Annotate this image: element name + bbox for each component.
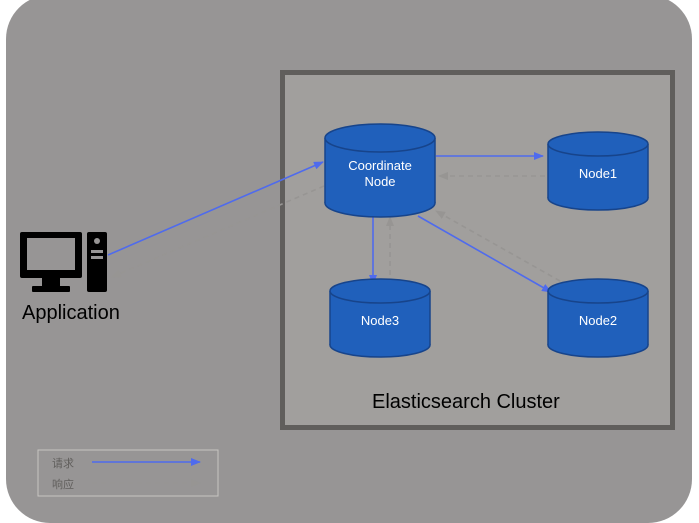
label-node2: Node2 <box>579 313 617 329</box>
cluster-container <box>280 70 675 430</box>
application-label: Application <box>22 302 120 325</box>
legend-request-label: 请求 <box>52 455 74 471</box>
label-node3: Node3 <box>361 313 399 329</box>
legend-response-label: 响应 <box>52 476 74 492</box>
cluster-title-label: Elasticsearch Cluster <box>372 391 560 414</box>
label-node1: Node1 <box>579 166 617 182</box>
label-coordinate: CoordinateNode <box>348 158 412 191</box>
